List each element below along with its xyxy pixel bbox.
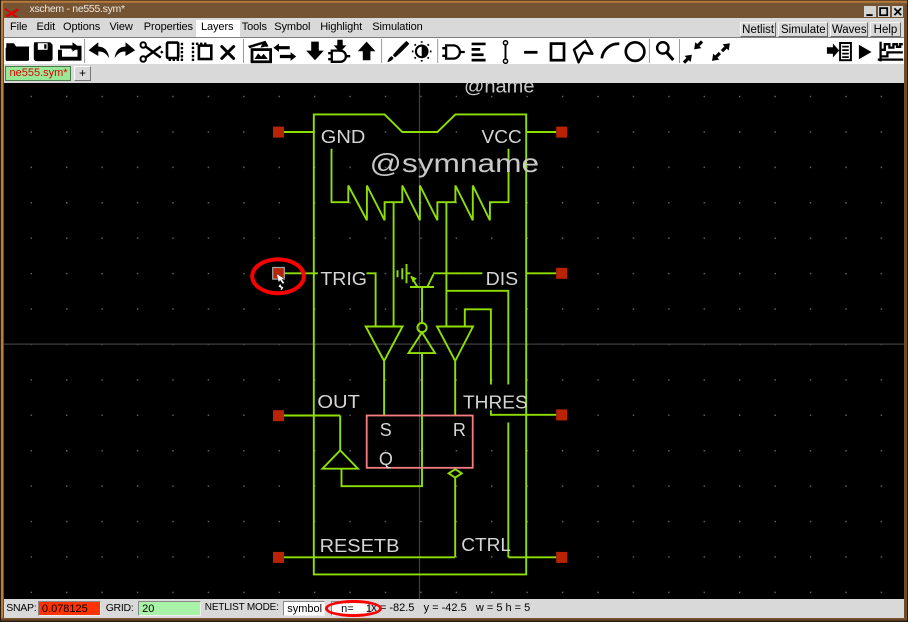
svg-text:OUT: OUT — [317, 392, 360, 412]
svg-text:R: R — [453, 420, 466, 440]
svg-text:THRES: THRES — [463, 392, 528, 412]
svg-text:GND: GND — [321, 127, 366, 147]
svg-text:Q: Q — [379, 449, 393, 469]
svg-text:@name: @name — [464, 83, 535, 98]
svg-text:@symname: @symname — [370, 148, 540, 178]
svg-text:CTRL: CTRL — [461, 535, 511, 555]
svg-text:RESETB: RESETB — [320, 536, 400, 556]
svg-text:DIS: DIS — [486, 269, 519, 289]
svg-text:S: S — [380, 420, 392, 440]
svg-text:VCC: VCC — [482, 127, 522, 147]
svg-text:TRIG: TRIG — [320, 269, 367, 289]
